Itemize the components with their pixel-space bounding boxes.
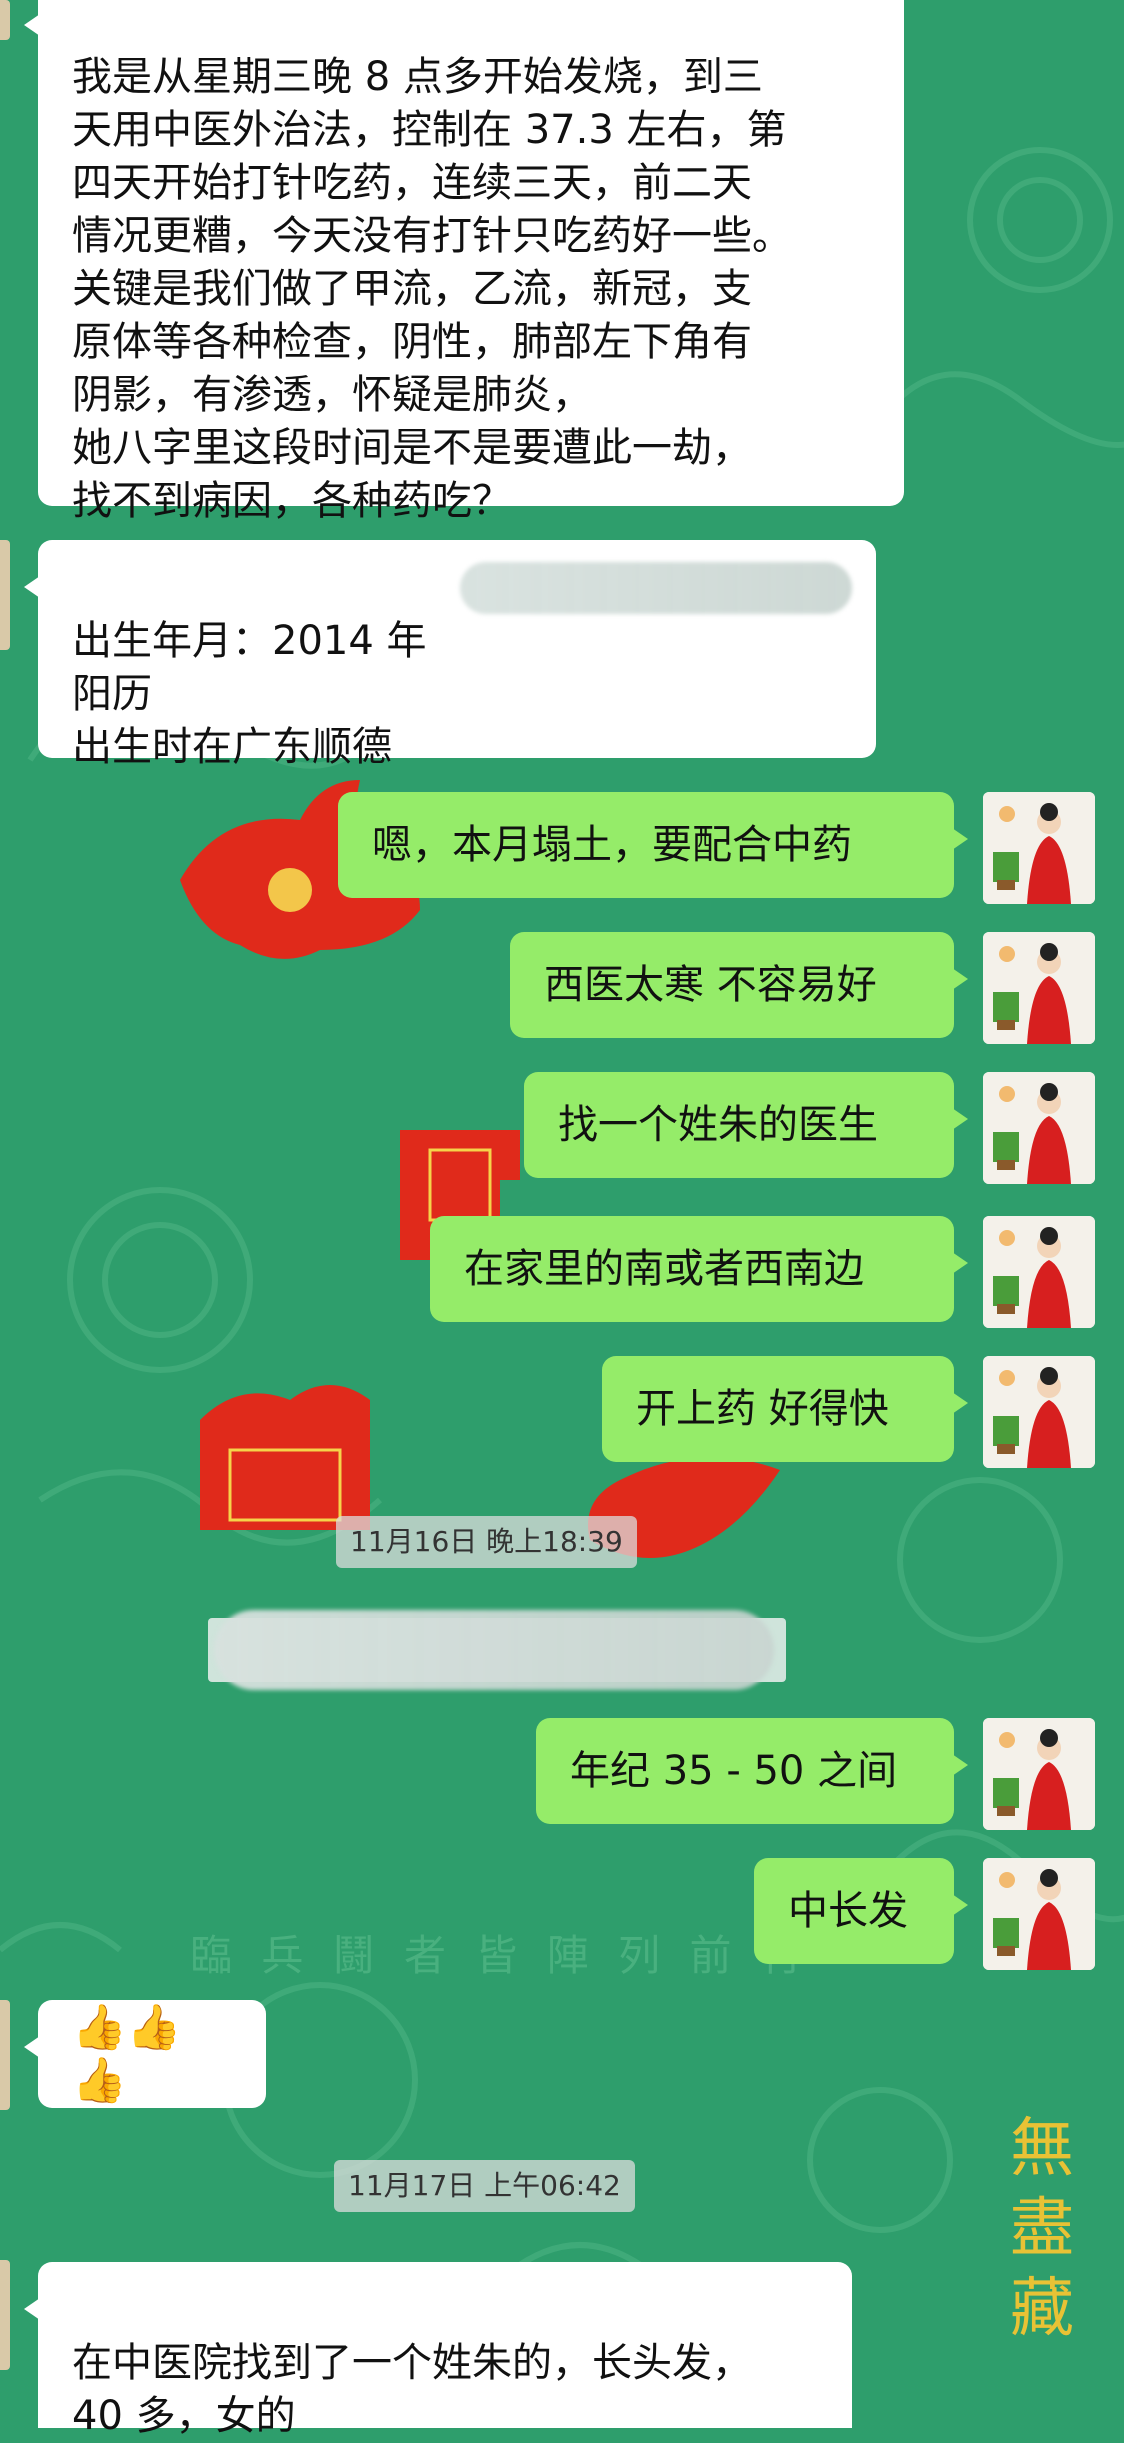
message-text: 西医太寒 不容易好 xyxy=(544,961,877,1008)
timestamp: 11月16日 晚上18:39 xyxy=(336,1516,637,1568)
woman-in-red-robe-avatar-icon[interactable] xyxy=(983,1858,1095,1970)
message-text: 嗯，本月塌土，要配合中药 xyxy=(372,821,852,868)
received-avatar-icon[interactable] xyxy=(0,2000,10,2110)
message-text: 开上药 好得快 xyxy=(636,1385,889,1432)
woman-in-red-robe-avatar-icon[interactable] xyxy=(983,1718,1095,1830)
message-text: 在家里的南或者西南边 xyxy=(464,1245,864,1292)
sent-message-bubble[interactable]: 开上药 好得快 xyxy=(602,1356,968,1462)
message-text: 找一个姓朱的医生 xyxy=(558,1101,878,1148)
woman-in-red-robe-avatar-icon[interactable] xyxy=(983,792,1095,904)
sent-message-bubble[interactable]: 在家里的南或者西南边 xyxy=(430,1216,968,1322)
message-text: 年纪 35 - 50 之间 xyxy=(570,1747,898,1794)
message-text: 👍👍👍 xyxy=(72,2002,182,2106)
redacted-system-text xyxy=(214,1610,774,1690)
sent-message-bubble[interactable]: 嗯，本月塌土，要配合中药 xyxy=(338,792,968,898)
woman-in-red-robe-avatar-icon[interactable] xyxy=(983,1072,1095,1184)
received-avatar-icon[interactable] xyxy=(0,540,10,650)
woman-in-red-robe-avatar-icon[interactable] xyxy=(983,932,1095,1044)
received-message-bubble[interactable]: 👍👍👍 xyxy=(24,2000,266,2108)
chat-thread: 我是从星期三晚 8 点多开始发烧，到三 天用中医外治法，控制在 37.3 左右，… xyxy=(0,0,1124,2439)
redacted-birth-date xyxy=(460,562,852,614)
received-message-bubble[interactable]: 我是从星期三晚 8 点多开始发烧，到三 天用中医外治法，控制在 37.3 左右，… xyxy=(24,0,904,524)
message-text: 我是从星期三晚 8 点多开始发烧，到三 天用中医外治法，控制在 37.3 左右，… xyxy=(72,54,792,524)
woman-in-red-robe-avatar-icon[interactable] xyxy=(983,1216,1095,1328)
woman-in-red-robe-avatar-icon[interactable] xyxy=(983,1356,1095,1468)
message-text: 出生年月：2014 年 阳历 出生时在广东顺德 xyxy=(72,618,427,770)
sent-message-bubble[interactable]: 西医太寒 不容易好 xyxy=(510,932,968,1038)
sent-message-bubble[interactable]: 找一个姓朱的医生 xyxy=(524,1072,968,1178)
message-text: 中长发 xyxy=(788,1887,908,1934)
received-avatar-icon[interactable] xyxy=(0,0,10,40)
received-avatar-icon[interactable] xyxy=(0,2260,10,2370)
sent-message-bubble[interactable]: 年纪 35 - 50 之间 xyxy=(536,1718,968,1824)
timestamp: 11月17日 上午06:42 xyxy=(334,2160,635,2212)
sent-message-bubble[interactable]: 中长发 xyxy=(754,1858,968,1964)
message-text: 在中医院找到了一个姓朱的，长头发， 40 多，女的 xyxy=(72,2340,752,2439)
received-message-bubble[interactable]: 在中医院找到了一个姓朱的，长头发， 40 多，女的 xyxy=(24,2262,852,2439)
